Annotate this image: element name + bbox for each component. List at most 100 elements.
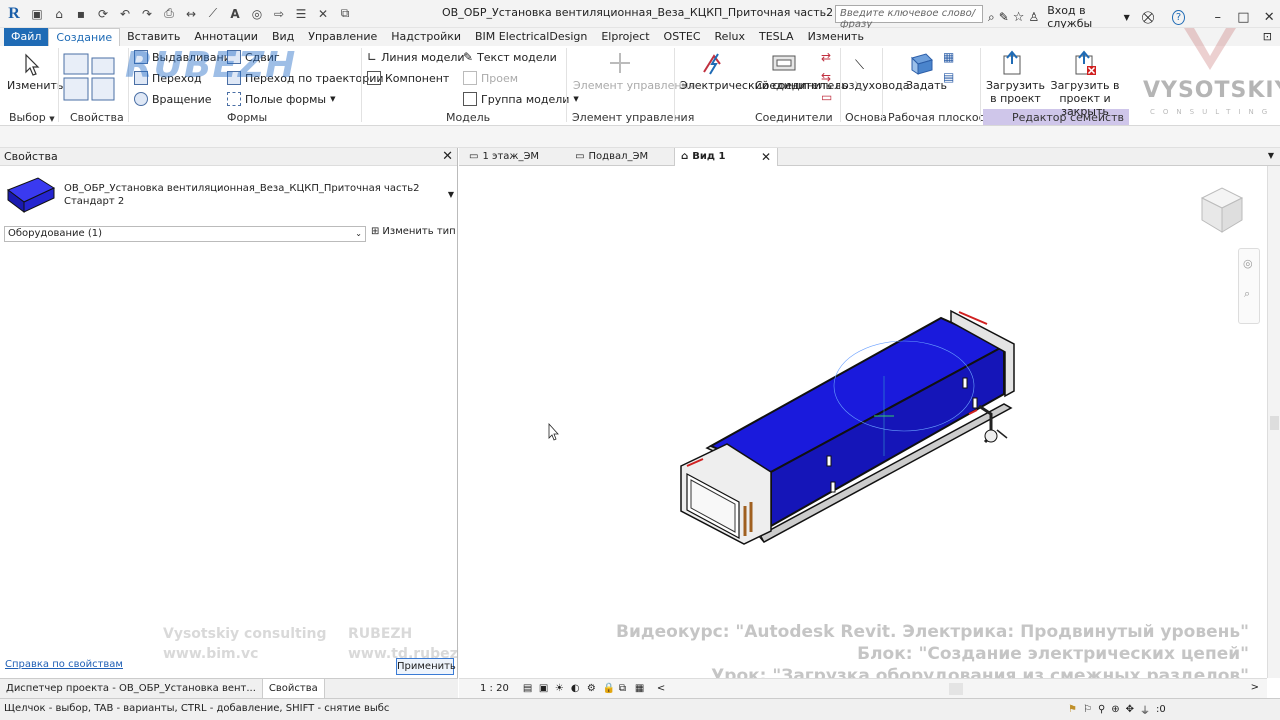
workplane-viewer-icon[interactable]: ▤ [943, 70, 954, 84]
control-button[interactable]: Элемент управления [573, 79, 695, 92]
model-group-button[interactable]: Группа модели ▼ [463, 92, 579, 106]
load-into-project-icon[interactable] [998, 50, 1026, 76]
text-icon[interactable]: A [226, 5, 244, 23]
minimize-icon[interactable]: – [1207, 10, 1229, 25]
hide-icon[interactable]: ▦ [635, 683, 649, 695]
thin-lines-icon[interactable]: ☰ [292, 5, 310, 23]
revolve-button[interactable]: Вращение [134, 92, 212, 106]
view-scale[interactable]: 1 : 20 [480, 683, 509, 694]
conduit-connector-icon[interactable]: ▭ [821, 90, 832, 104]
close-icon[interactable]: ✕ [1258, 10, 1280, 25]
revit-logo-icon[interactable]: R [4, 4, 24, 24]
scroll-right-icon[interactable]: > [1251, 682, 1259, 693]
tab-modify[interactable]: Изменить [801, 28, 871, 46]
navigation-bar[interactable]: ◎ ⌕ [1238, 248, 1260, 324]
tab-view[interactable]: Вид [265, 28, 301, 46]
tab-create[interactable]: Создание [48, 28, 121, 46]
print-icon[interactable]: ⎙ [160, 5, 178, 23]
tab-file[interactable]: Файл [4, 28, 49, 46]
type-selector[interactable]: ОВ_ОБР_Установка вентиляционная_Веза_КЦК… [4, 172, 456, 220]
cursor-icon[interactable] [18, 52, 46, 78]
cable-tray-connector-icon[interactable]: ⇆ [821, 70, 831, 84]
tab-insert[interactable]: Вставить [120, 28, 187, 46]
select-panel-label[interactable]: Выбор ▼ [9, 111, 55, 124]
select-links-icon[interactable]: ⚑ [1068, 704, 1077, 715]
tab-project-browser[interactable]: Диспетчер проекта - ОВ_ОБР_Установка вен… [0, 683, 262, 694]
close-hidden-icon[interactable]: ✕ [314, 5, 332, 23]
3d-viewport[interactable]: ◎ ⌕ Видеокурс: "Autodesk Revit. Электрик… [459, 166, 1267, 686]
edit-type-button[interactable]: ⊞ Изменить тип [371, 226, 456, 237]
horizontal-scroll-thumb[interactable] [949, 683, 963, 695]
void-forms-button[interactable]: Полые формы ▼ [227, 92, 335, 106]
apply-button[interactable]: Применить [396, 658, 456, 675]
set-workplane-icon[interactable] [908, 50, 936, 76]
instance-filter-select[interactable]: Оборудование (1) ⌄ [4, 226, 366, 242]
scrollbar-thumb[interactable] [1270, 416, 1279, 430]
scroll-left-icon[interactable]: < [657, 683, 671, 695]
sync-icon[interactable]: ⟳ [94, 5, 112, 23]
lock-icon[interactable]: 🔒 [603, 683, 617, 695]
section-icon[interactable]: ⇨ [270, 5, 288, 23]
tab-addins[interactable]: Надстройки [384, 28, 468, 46]
home-icon[interactable]: ▣ [28, 5, 46, 23]
search-input[interactable]: Введите ключевое слово/фразу [835, 5, 983, 30]
chevron-down-icon[interactable]: ▼ [448, 190, 454, 199]
ribbon-toggle-icon[interactable]: ⊡ [1263, 30, 1272, 43]
measure-icon[interactable]: ↔ [182, 5, 200, 23]
tab-annotate[interactable]: Аннотации [187, 28, 265, 46]
pipe-connector-icon[interactable]: ⇄ [821, 50, 831, 64]
select-pinned-icon[interactable]: ⚲ [1098, 704, 1105, 715]
view-tab-3d[interactable]: ⌂ Вид 1 ✕ [674, 147, 779, 166]
maximize-icon[interactable]: □ [1233, 10, 1255, 25]
dimension-icon[interactable]: ⟋ [204, 5, 222, 23]
reference-plane-icon[interactable]: ⟍ [855, 80, 864, 95]
model-text-button[interactable]: ✎ Текст модели [463, 50, 557, 64]
cart-icon[interactable]: ⛒ [1142, 10, 1154, 25]
detail-level-icon[interactable]: ▤ [523, 683, 537, 695]
redo-icon[interactable]: ↷ [138, 5, 156, 23]
duct-connector-icon[interactable] [770, 50, 798, 76]
3d-view-icon[interactable]: ◎ [248, 5, 266, 23]
tab-ostec[interactable]: OSTEC [657, 28, 708, 46]
tools-icon[interactable]: ✎ [999, 10, 1009, 24]
open-icon[interactable]: ⌂ [50, 5, 68, 23]
tab-relux[interactable]: Relux [708, 28, 752, 46]
tab-properties[interactable]: Свойства [261, 678, 325, 699]
tab-tesla[interactable]: TESLA [752, 28, 801, 46]
visual-style-icon[interactable]: ▣ [539, 683, 553, 695]
chevron-down-icon[interactable]: ▼ [1268, 151, 1274, 160]
view-tab-floor1[interactable]: ▭ 1 этаж_ЭМ [463, 148, 545, 166]
ventilation-unit-model[interactable] [459, 166, 1267, 678]
drag-elements-icon[interactable]: ✥ [1126, 704, 1134, 715]
viewcube-icon[interactable] [1196, 184, 1248, 236]
reference-line-icon[interactable]: ⟍ [855, 58, 864, 73]
help-icon[interactable]: ? [1172, 9, 1185, 25]
model-line-button[interactable]: ∟ Линия модели [367, 50, 465, 64]
properties-help-link[interactable]: Справка по свойствам [5, 659, 123, 670]
render-icon[interactable]: ⚙ [587, 683, 601, 695]
tab-manage[interactable]: Управление [301, 28, 384, 46]
star-icon[interactable]: ☆ [1013, 10, 1025, 25]
filter-icon[interactable]: ⏚ [1140, 702, 1150, 717]
save-icon[interactable]: ▪ [72, 5, 90, 23]
tab-elproject[interactable]: Elproject [594, 28, 656, 46]
login-link[interactable]: Вход в службы [1047, 4, 1119, 30]
select-underlay-icon[interactable]: ⚐ [1083, 704, 1092, 715]
crop-icon[interactable]: ⧉ [619, 683, 633, 695]
chevron-down-icon[interactable]: ▼ [1124, 13, 1130, 22]
sun-path-icon[interactable]: ☀ [555, 683, 569, 695]
undo-icon[interactable]: ↶ [116, 5, 134, 23]
select-by-face-icon[interactable]: ⊕ [1111, 704, 1119, 715]
opening-button[interactable]: Проем [463, 71, 518, 85]
close-icon[interactable]: ✕ [442, 149, 453, 164]
view-tab-basement[interactable]: ▭ Подвал_ЭМ [569, 148, 654, 166]
binoculars-icon[interactable]: ⌕ [988, 10, 995, 25]
electrical-connector-icon[interactable] [700, 50, 728, 76]
load-into-project-button[interactable]: Загрузить в проект [986, 79, 1045, 105]
user-icon[interactable]: ♙ [1028, 10, 1039, 24]
vertical-scrollbar[interactable] [1267, 166, 1280, 678]
set-workplane-button[interactable]: Задать [906, 79, 947, 92]
switch-windows-icon[interactable]: ⧉ [336, 5, 354, 23]
shadows-icon[interactable]: ◐ [571, 683, 585, 695]
load-and-close-icon[interactable] [1070, 50, 1098, 76]
